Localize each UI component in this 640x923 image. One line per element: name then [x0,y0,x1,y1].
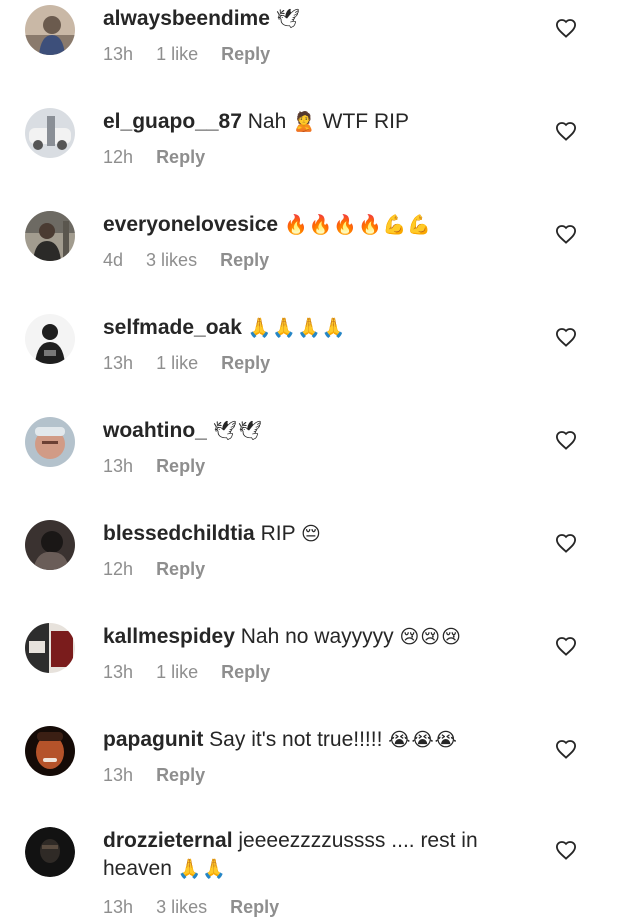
comment-meta: 13h Reply [103,456,523,477]
comment-emoji: 🕊🕊 [212,420,263,442]
comment-username[interactable]: kallmespidey [103,625,235,648]
comment-emoji: 🔥🔥🔥🔥💪💪 [283,214,432,236]
avatar[interactable] [25,5,75,55]
reply-button[interactable]: Reply [220,250,269,270]
comment-time: 13h [103,44,134,64]
heart-outline-icon[interactable] [555,840,577,860]
comment-meta: 12h Reply [103,147,523,168]
comment-time: 12h [103,559,134,579]
comment-emoji: 😢😢😢 [399,626,462,648]
heart-outline-icon[interactable] [555,430,577,450]
heart-outline-icon[interactable] [555,121,577,141]
reply-button[interactable]: Reply [221,662,270,682]
reply-button[interactable]: Reply [156,456,205,476]
comment-meta: 13h 1 like Reply [103,44,523,65]
comment-time: 13h [103,765,134,785]
comment-emoji: 🕊 [275,8,301,30]
reply-button[interactable]: Reply [230,897,279,917]
comment-likes[interactable]: 3 likes [146,250,197,270]
heart-outline-icon[interactable] [555,739,577,759]
avatar[interactable] [25,314,75,364]
comment-time: 13h [103,353,134,373]
comment-time: 13h [103,456,134,476]
comment-meta: 13h 1 like Reply [103,662,523,683]
comments-list: alwaysbeendime 🕊 13h 1 like Reply el_gua… [0,0,640,923]
comment-text: RIP [260,522,296,545]
comment-meta: 13h 3 likes Reply [103,897,503,918]
comment-meta: 13h 1 like Reply [103,353,523,374]
comment-username[interactable]: drozzieternal [103,829,233,852]
reply-button[interactable]: Reply [156,559,205,579]
avatar[interactable] [25,211,75,261]
avatar[interactable] [25,623,75,673]
comment-time: 13h [103,897,134,917]
comment-emoji: 🙏🙏🙏🙏 [247,317,347,339]
comment-username[interactable]: el_guapo__87 [103,110,242,133]
comment-emoji: 🙎 [292,111,317,133]
comment-meta: 13h Reply [103,765,523,786]
avatar[interactable] [25,520,75,570]
reply-button[interactable]: Reply [156,147,205,167]
comment-emoji: 😔 [301,523,322,545]
comment-emoji: 😭😭😭 [388,729,458,751]
comment-emoji: 🙏🙏 [177,858,228,880]
reply-button[interactable]: Reply [221,353,270,373]
comment-username[interactable]: alwaysbeendime [103,7,270,30]
comment-text: Nah [247,110,287,133]
comment-username[interactable]: everyonelovesice [103,213,278,236]
comment-username[interactable]: woahtino_ [103,419,207,442]
comment-username[interactable]: papagunit [103,728,203,751]
avatar[interactable] [25,726,75,776]
avatar[interactable] [25,417,75,467]
avatar[interactable] [25,827,75,877]
comment-time: 12h [103,147,134,167]
comment-meta: 4d 3 likes Reply [103,250,523,271]
comment-meta: 12h Reply [103,559,523,580]
comment-time: 13h [103,662,134,682]
comment-likes[interactable]: 1 like [156,44,198,64]
comment-likes[interactable]: 1 like [156,662,198,682]
comment-likes[interactable]: 1 like [156,353,198,373]
comment-text: Say it's not true!!!!! [209,728,383,751]
comment-username[interactable]: selfmade_oak [103,316,242,339]
reply-button[interactable]: Reply [156,765,205,785]
heart-outline-icon[interactable] [555,327,577,347]
avatar[interactable] [25,108,75,158]
comment-text: Nah no wayyyyy [240,625,394,648]
comment-username[interactable]: blessedchildtia [103,522,255,545]
heart-outline-icon[interactable] [555,636,577,656]
reply-button[interactable]: Reply [221,44,270,64]
comment-likes[interactable]: 3 likes [156,897,207,917]
heart-outline-icon[interactable] [555,18,577,38]
heart-outline-icon[interactable] [555,533,577,553]
heart-outline-icon[interactable] [555,224,577,244]
comment-time: 4d [103,250,124,270]
comment-text: WTF RIP [322,110,409,133]
